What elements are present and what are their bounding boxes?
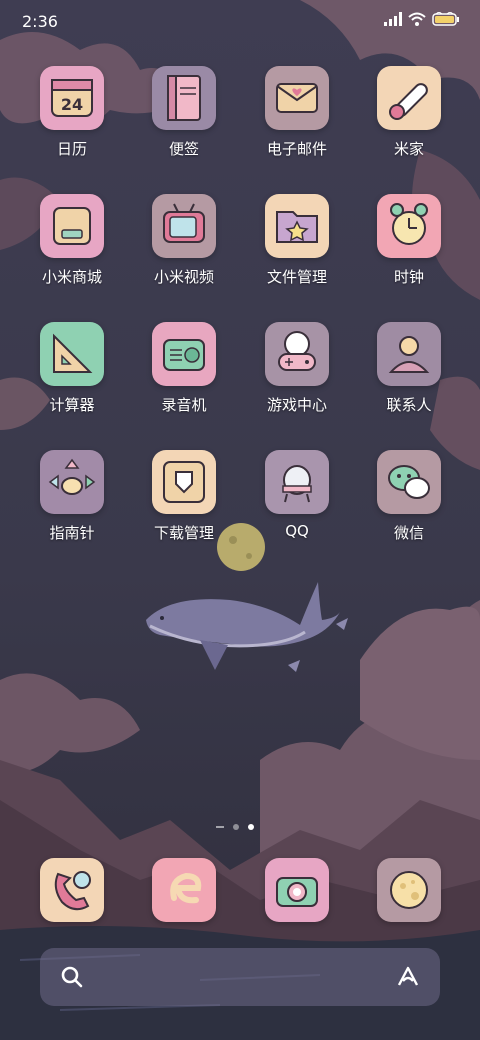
moon-planet-icon bbox=[377, 858, 441, 922]
app-label: 小米商城 bbox=[41, 268, 102, 286]
app-label: 下载管理 bbox=[153, 524, 214, 542]
page-dot-1[interactable] bbox=[233, 824, 239, 830]
notes-book-icon bbox=[152, 66, 216, 130]
app-label: 游戏中心 bbox=[266, 396, 327, 414]
page-indicator[interactable] bbox=[216, 824, 254, 830]
app-contacts[interactable]: 联系人 bbox=[353, 322, 465, 432]
camera-icon bbox=[265, 858, 329, 922]
app-label: 文件管理 bbox=[266, 268, 327, 286]
search-bar[interactable] bbox=[40, 948, 440, 1006]
app-calculator[interactable]: 计算器 bbox=[16, 322, 128, 432]
app-label: 电子邮件 bbox=[266, 140, 327, 158]
app-label: 米家 bbox=[393, 140, 424, 158]
app-calendar[interactable]: 24 日历 bbox=[16, 66, 128, 176]
app-label: 小米视频 bbox=[153, 268, 214, 286]
status-icons bbox=[384, 12, 460, 26]
browser-e-icon bbox=[152, 858, 216, 922]
app-label: 录音机 bbox=[161, 396, 207, 414]
search-icon[interactable] bbox=[58, 963, 86, 991]
app-mi-store[interactable]: 小米商城 bbox=[16, 194, 128, 304]
contact-person-icon bbox=[377, 322, 441, 386]
gamepad-icon bbox=[265, 322, 329, 386]
alarm-clock-icon bbox=[377, 194, 441, 258]
app-label: 指南针 bbox=[49, 524, 95, 542]
status-bar: 2:36 bbox=[0, 0, 480, 44]
app-notes[interactable]: 便签 bbox=[128, 66, 240, 176]
app-email[interactable]: 电子邮件 bbox=[241, 66, 353, 176]
wifi-icon bbox=[408, 12, 426, 26]
app-download-manager[interactable]: 下载管理 bbox=[128, 450, 240, 560]
app-label: 联系人 bbox=[386, 396, 432, 414]
download-tray-icon bbox=[152, 450, 216, 514]
app-mi-video[interactable]: 小米视频 bbox=[128, 194, 240, 304]
thermometer-icon bbox=[377, 66, 441, 130]
mail-icon bbox=[265, 66, 329, 130]
compass-arrows-icon bbox=[40, 450, 104, 514]
app-label: 时钟 bbox=[393, 268, 424, 286]
app-game-center[interactable]: 游戏中心 bbox=[241, 322, 353, 432]
wechat-bubbles-icon bbox=[377, 450, 441, 514]
page-indicator-menu[interactable] bbox=[216, 826, 224, 828]
app-label: 计算器 bbox=[49, 396, 95, 414]
store-bag-icon bbox=[40, 194, 104, 258]
app-file-manager[interactable]: 文件管理 bbox=[241, 194, 353, 304]
app-wechat[interactable]: 微信 bbox=[353, 450, 465, 560]
app-recorder[interactable]: 录音机 bbox=[128, 322, 240, 432]
calculator-ruler-icon bbox=[40, 322, 104, 386]
app-qq[interactable]: QQ bbox=[241, 450, 353, 560]
assistant-a-icon[interactable] bbox=[394, 963, 422, 991]
signal-icon bbox=[384, 12, 402, 26]
app-clock[interactable]: 时钟 bbox=[353, 194, 465, 304]
app-label: 便签 bbox=[168, 140, 199, 158]
tv-icon bbox=[152, 194, 216, 258]
calendar-icon: 24 bbox=[40, 66, 104, 130]
phone-icon bbox=[40, 858, 104, 922]
svg-text:24: 24 bbox=[61, 95, 83, 114]
page-dot-2[interactable] bbox=[248, 824, 254, 830]
qq-penguin-icon bbox=[265, 450, 329, 514]
folder-star-icon bbox=[265, 194, 329, 258]
app-mijia[interactable]: 米家 bbox=[353, 66, 465, 176]
app-label: 微信 bbox=[393, 524, 424, 542]
battery-icon bbox=[432, 12, 459, 26]
app-label: QQ bbox=[285, 522, 309, 540]
app-compass[interactable]: 指南针 bbox=[16, 450, 128, 560]
status-time: 2:36 bbox=[22, 12, 58, 31]
app-label: 日历 bbox=[56, 140, 87, 158]
radio-icon bbox=[152, 322, 216, 386]
